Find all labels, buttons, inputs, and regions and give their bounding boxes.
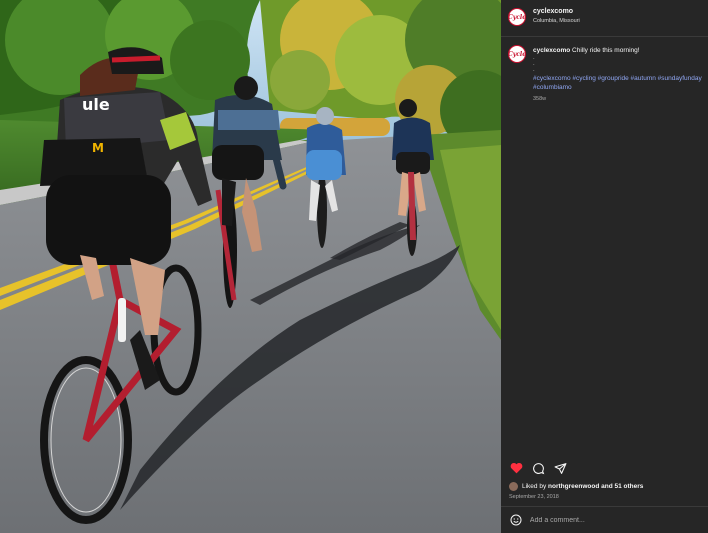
username-link[interactable]: cyclexcomo [533,8,580,16]
action-bar [509,461,567,475]
liked-by-user-link[interactable]: northgreenwood [548,483,599,490]
post-sidebar: Cycle cyclexcomo Columbia, Missouri Cycl… [501,0,708,533]
avatar[interactable]: Cycle [508,8,526,26]
comment-box [509,513,699,527]
emoji-icon[interactable] [509,513,523,527]
post-date: September 23, 2018 [509,494,559,500]
comment-input[interactable] [529,516,699,524]
comment-divider [501,506,708,507]
caption-dot: . [533,66,535,73]
header-divider [501,36,708,37]
hashtags-link[interactable]: #cyclexcomo #cycling #groupride #autumn … [533,74,706,92]
liker-avatar [509,482,518,491]
avatar-logo-text: Cycle [508,13,527,21]
caption-avatar[interactable]: Cycle [508,45,526,63]
caption-username-link[interactable]: cyclexcomo [533,47,570,54]
svg-text:M: M [92,141,104,155]
caption: Cycle cyclexcomo Chilly ride this mornin… [508,45,706,102]
comment-icon[interactable] [531,461,545,475]
likes-summary[interactable]: Liked by northgreenwood and 51 others [509,482,643,491]
liked-by-prefix: Liked by [522,483,547,490]
svg-text:ule: ule [82,95,110,114]
share-icon[interactable] [553,461,567,475]
post-time-ago[interactable]: 358w [533,96,706,102]
post-photo[interactable]: ule M [0,0,501,533]
caption-text: Chilly ride this morning! [572,47,640,54]
likes-others-link[interactable]: and 51 others [601,483,643,490]
heart-icon[interactable] [509,461,523,475]
post-header: Cycle cyclexcomo Columbia, Missouri [501,0,708,38]
location-link[interactable]: Columbia, Missouri [533,18,580,24]
caption-avatar-logo-text: Cycle [508,50,527,58]
photo-image: ule M [0,0,501,533]
